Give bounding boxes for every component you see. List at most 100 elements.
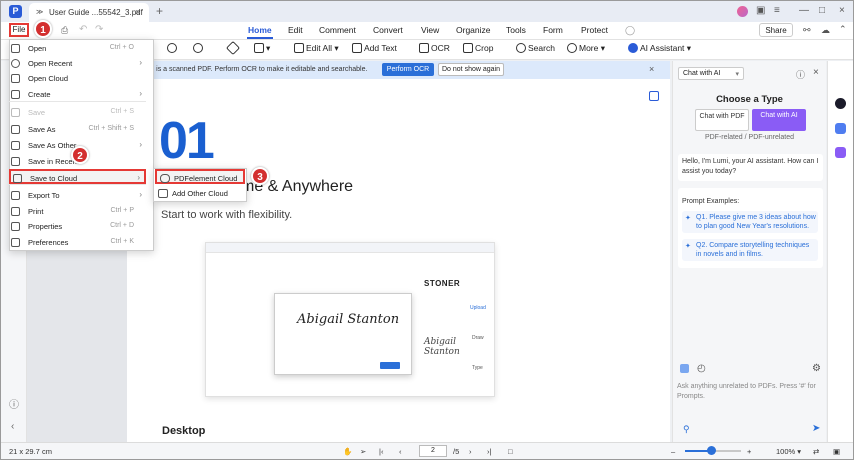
ocr-button[interactable]: OCR (419, 43, 450, 53)
help-icon[interactable]: ⓘ (796, 68, 805, 81)
file-menu-item-save-to-cloud[interactable]: Save to Cloud › (9, 169, 146, 184)
collapse-icon[interactable]: ⌃ (839, 24, 847, 35)
fit-width-icon[interactable]: ⇄ (813, 447, 819, 456)
chevron-right-icon: › (137, 173, 140, 182)
file-menu-button[interactable]: File (9, 23, 29, 37)
ai-tools-icon[interactable] (835, 147, 846, 158)
share-button[interactable]: Share (759, 23, 793, 37)
file-menu-item-print[interactable]: Print Ctrl + P (9, 204, 146, 219)
section-number: 01 (159, 112, 215, 170)
shape-icon[interactable]: ▾ (254, 43, 270, 54)
zoom-select[interactable]: 100% ▾ (776, 447, 801, 456)
add-cloud-icon (158, 189, 168, 198)
ai-bot-icon[interactable] (835, 98, 846, 109)
zoom-in-icon[interactable] (193, 43, 205, 53)
chevron-right-icon: › (139, 89, 142, 98)
print-icon[interactable]: ⎙ (61, 25, 68, 36)
select-tool-icon[interactable]: ➢ (360, 447, 366, 456)
more-button[interactable]: More ▾ (567, 43, 605, 54)
menu-comment[interactable]: Comment (319, 25, 356, 35)
lightbulb-icon[interactable]: ◯ (625, 25, 635, 36)
message-icon[interactable]: ▣ (756, 5, 765, 16)
add-other-cloud-item[interactable]: Add Other Cloud (155, 186, 245, 201)
add-text-button[interactable]: Add Text (352, 43, 397, 53)
prompt-example-1[interactable]: ✦ Q1. Please give me 3 ideas about how to… (682, 211, 818, 233)
menu-tools[interactable]: Tools (506, 25, 526, 35)
print-icon (11, 207, 20, 216)
cloud-upload-icon[interactable]: ☁ (821, 25, 830, 36)
last-page-icon[interactable]: ›| (487, 447, 491, 456)
close-panel-icon[interactable]: × (813, 67, 819, 78)
hand-tool-icon[interactable]: ✋ (343, 447, 352, 456)
help-icon[interactable]: ⓘ (9, 396, 19, 411)
first-page-icon[interactable]: |‹ (379, 447, 383, 456)
menu-form[interactable]: Form (543, 25, 563, 35)
prompt-example-2[interactable]: ✦ Q2. Compare storytelling techniques in … (682, 239, 818, 261)
menu-organize[interactable]: Organize (456, 25, 491, 35)
edit-all-button[interactable]: Edit All ▾ (294, 43, 339, 54)
crop-button[interactable]: Crop (463, 43, 493, 53)
page-thumbnail-icon[interactable] (649, 91, 659, 101)
file-menu-item-properties[interactable]: Properties Ctrl + D (9, 219, 146, 234)
prev-page-icon[interactable]: ‹ (399, 447, 402, 456)
chat-with-pdf-option[interactable]: Chat with PDF (695, 109, 749, 131)
file-menu-item-open-cloud[interactable]: Open Cloud (9, 71, 146, 86)
maximize-icon[interactable]: □ (819, 5, 825, 16)
document-tab[interactable]: ≫ User Guide ...55542_3.pdf × (29, 3, 149, 22)
folder-icon (11, 44, 20, 53)
dont-show-again-button[interactable]: Do not show again (438, 63, 504, 76)
file-menu-item-save-as[interactable]: Save As Ctrl + Shift + S (9, 122, 146, 137)
file-menu-label: Print (28, 207, 44, 216)
ai-input[interactable]: Ask anything unrelated to PDFs. Press '#… (677, 382, 823, 402)
menu-view[interactable]: View (421, 25, 439, 35)
send-icon[interactable]: ➤ (812, 423, 820, 434)
next-page-icon[interactable]: › (469, 447, 472, 456)
pdfelement-cloud-item[interactable]: PDFelement Cloud (155, 169, 245, 184)
file-menu-item-create[interactable]: Create › (9, 87, 146, 102)
chat-with-ai-option[interactable]: Chat with AI (752, 109, 806, 131)
menu-edit[interactable]: Edit (288, 25, 303, 35)
file-menu-item-preferences[interactable]: Preferences Ctrl + K (9, 235, 146, 250)
search-button[interactable]: Search (516, 43, 555, 53)
file-menu-item-open[interactable]: Open Ctrl + O (9, 41, 146, 56)
file-menu-item-save: Save Ctrl + S (9, 105, 146, 120)
highlight-icon[interactable] (225, 40, 241, 56)
ai-assistant-button[interactable]: AI Assistant ▾ (628, 43, 691, 54)
close-tab-icon[interactable]: × (135, 7, 140, 17)
zoom-slider-handle[interactable] (707, 446, 716, 455)
zoom-out-icon[interactable] (167, 43, 179, 53)
minimize-icon[interactable]: — (799, 5, 809, 16)
attachments-icon[interactable] (680, 364, 689, 373)
translate-icon[interactable] (835, 123, 846, 134)
app-logo-icon[interactable]: P (9, 5, 22, 18)
menu-home[interactable]: Home (248, 25, 272, 35)
menu-icon[interactable]: ≡ (774, 5, 780, 16)
undo-icon[interactable]: ↶ (79, 24, 87, 35)
fullscreen-icon[interactable]: ▣ (833, 447, 840, 456)
zoom-in-small-icon[interactable]: + (747, 447, 751, 456)
share-nodes-icon[interactable]: ⚯ (803, 25, 811, 36)
redo-icon[interactable]: ↷ (95, 24, 103, 35)
embedded-signature: Abigail Stanton (297, 312, 400, 327)
page-number-input[interactable]: 2 (419, 445, 447, 457)
menu-bar: ⎙ ↶ ↷ Home Edit Comment Convert View Org… (1, 22, 853, 40)
fit-page-icon[interactable]: □ (508, 447, 513, 456)
zoom-out-small-icon[interactable]: – (671, 447, 675, 456)
location-icon[interactable]: ⚲ (683, 424, 690, 435)
window-close-icon[interactable]: × (839, 5, 845, 16)
file-menu-item-open-recent[interactable]: Open Recent › (9, 56, 146, 71)
total-pages: /5 (453, 447, 460, 456)
search-icon (516, 43, 526, 53)
close-banner-icon[interactable]: × (649, 64, 654, 74)
chat-mode-select[interactable]: Chat with AI ▾ (678, 67, 744, 80)
collapse-left-icon[interactable]: ‹ (11, 421, 14, 432)
file-menu-item-export-to[interactable]: Export To › (9, 188, 146, 203)
settings-icon[interactable]: ⚙ (812, 363, 821, 374)
menu-protect[interactable]: Protect (581, 25, 608, 35)
history-icon[interactable]: ◴ (697, 363, 706, 374)
cloud-icon (11, 74, 20, 83)
new-tab-icon[interactable]: + (156, 4, 163, 18)
perform-ocr-button[interactable]: Perform OCR (382, 63, 434, 76)
menu-convert[interactable]: Convert (373, 25, 403, 35)
avatar[interactable] (737, 6, 748, 17)
